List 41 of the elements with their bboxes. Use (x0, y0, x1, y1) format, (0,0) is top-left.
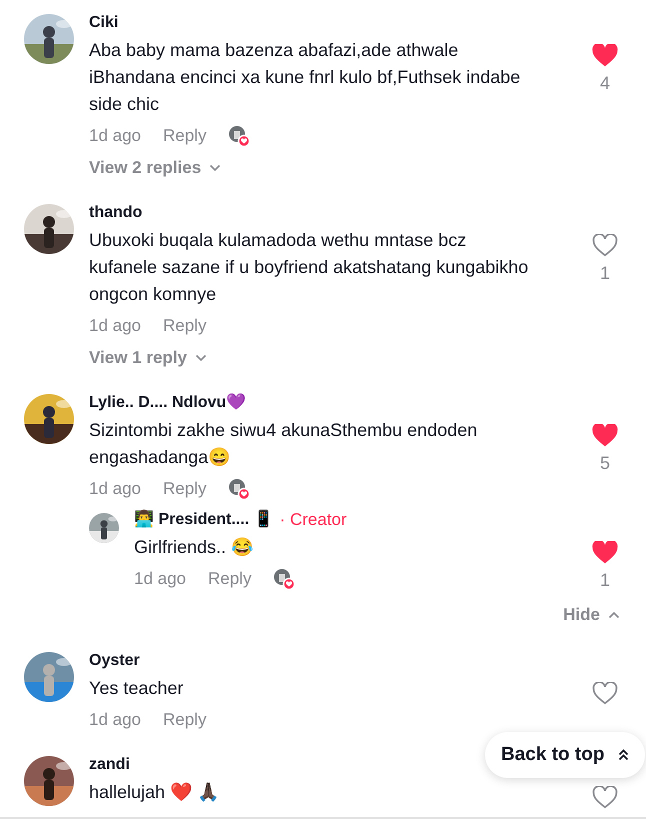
chevron-up-icon (608, 610, 620, 619)
comment-text: Yes teacher (89, 676, 184, 700)
view-replies-link[interactable]: View 2 replies (89, 156, 222, 180)
reply-link[interactable]: Reply (163, 124, 206, 148)
username[interactable]: Ciki (89, 12, 118, 34)
hide-replies-link[interactable]: Hide (563, 602, 620, 628)
comment-text: Sizintombi zakhe siwu4 akunaSthembu endoden engashadanga😄 (89, 419, 478, 469)
reply-link[interactable]: Reply (208, 567, 252, 591)
username[interactable]: thando (89, 202, 142, 224)
like-count: 5 (600, 452, 610, 475)
heart-icon[interactable] (592, 682, 618, 704)
back-to-top-button[interactable]: Back to top (485, 732, 646, 778)
heart-icon[interactable] (592, 234, 618, 257)
double-chevron-up-icon (618, 749, 630, 761)
reply-link[interactable]: Reply (163, 708, 206, 732)
heart-icon[interactable] (592, 424, 618, 447)
comment-text: Girlfriends.. 😂 (134, 536, 254, 559)
view-replies-link[interactable]: View 1 reply (89, 346, 207, 370)
username[interactable]: Oyster (89, 650, 140, 672)
comment-text: hallelujah ❤ 🙏🏿 (89, 780, 220, 804)
like-count: 1 (600, 569, 610, 592)
timestamp: 1d ago (89, 315, 141, 337)
reply-link[interactable]: Reply (163, 477, 206, 501)
username[interactable]: zandi (89, 754, 130, 776)
timestamp: 1d ago (89, 708, 141, 730)
username[interactable]: 👨‍💻 President.... 📱 (134, 509, 274, 531)
comment-text: Ubuxoki buqala kulamadoda wethu mntase bcz kufanele sazane if u boyfriend akatshatang kungabikho ongcon komnye (89, 229, 530, 306)
timestamp: 1d ago (89, 478, 141, 500)
heart-icon[interactable] (592, 44, 618, 67)
chevron-down-icon (194, 354, 207, 362)
like-count: 4 (600, 72, 610, 95)
timestamp: 1d ago (134, 568, 186, 590)
reply-link[interactable]: Reply (163, 314, 206, 338)
heart-icon[interactable] (592, 541, 618, 564)
heart-icon[interactable] (592, 786, 618, 808)
username[interactable]: Lylie.. D.... Ndlovu💜 (89, 392, 246, 414)
creator-label: · Creator (280, 509, 347, 531)
chevron-down-icon (209, 164, 222, 172)
timestamp: 1d ago (89, 125, 141, 147)
comment-text: Aba baby mama bazenza abafazi,ade athwale iBhandana encinci xa kune fnrl kulo bf,Futhsek indabe side chic (89, 39, 522, 116)
like-count: 1 (600, 262, 610, 285)
